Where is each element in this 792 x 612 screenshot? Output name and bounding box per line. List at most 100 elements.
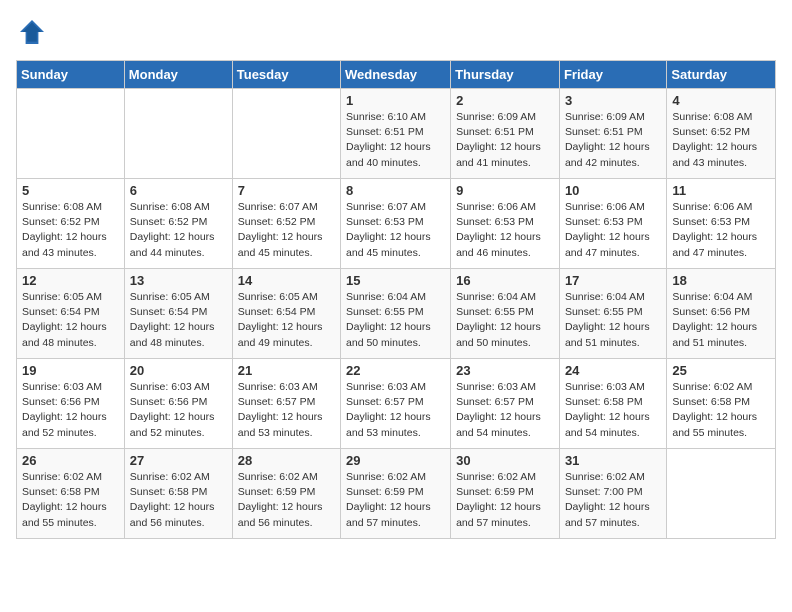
calendar-table: SundayMondayTuesdayWednesdayThursdayFrid… [16, 60, 776, 539]
calendar-cell: 3Sunrise: 6:09 AM Sunset: 6:51 PM Daylig… [559, 89, 666, 179]
calendar-cell: 29Sunrise: 6:02 AM Sunset: 6:59 PM Dayli… [341, 449, 451, 539]
calendar-cell: 8 Sunrise: 6:07 AM Sunset: 6:53 PM Daylig… [341, 179, 451, 269]
day-number: 8 [346, 183, 445, 198]
week-row-3: 12 Sunrise: 6:05 AM Sunset: 6:54 PM Dayli… [17, 269, 776, 359]
calendar-cell: 9 Sunrise: 6:06 AM Sunset: 6:53 PM Daylig… [451, 179, 560, 269]
logo [16, 16, 52, 48]
day-number: 6 [130, 183, 227, 198]
calendar-cell: 6 Sunrise: 6:08 AM Sunset: 6:52 PM Daylig… [124, 179, 232, 269]
day-number: 12 [22, 273, 119, 288]
header-day-wednesday: Wednesday [341, 61, 451, 89]
calendar-cell: 26Sunrise: 6:02 AM Sunset: 6:58 PM Dayli… [17, 449, 125, 539]
day-info: Sunrise: 6:06 AM Sunset: 6:53 PM Dayligh… [456, 200, 554, 261]
day-info: Sunrise: 6:03 AM Sunset: 6:56 PM Dayligh… [22, 380, 119, 441]
day-info: Sunrise: 6:02 AM Sunset: 6:59 PM Dayligh… [456, 470, 554, 531]
calendar-cell: 13 Sunrise: 6:05 AM Sunset: 6:54 PM Dayli… [124, 269, 232, 359]
day-info: Sunrise: 6:04 AM Sunset: 6:55 PM Dayligh… [346, 290, 445, 351]
day-info: Sunrise: 6:08 AM Sunset: 6:52 PM Dayligh… [22, 200, 119, 261]
header-day-sunday: Sunday [17, 61, 125, 89]
day-number: 1 [346, 93, 445, 108]
day-info: Sunrise: 6:03 AM Sunset: 6:56 PM Dayligh… [130, 380, 227, 441]
calendar-cell: 22 Sunrise: 6:03 AM Sunset: 6:57 PM Dayli… [341, 359, 451, 449]
day-number: 17 [565, 273, 661, 288]
day-number: 23 [456, 363, 554, 378]
header-day-monday: Monday [124, 61, 232, 89]
calendar-cell [124, 89, 232, 179]
calendar-cell: 10 Sunrise: 6:06 AM Sunset: 6:53 PM Dayli… [559, 179, 666, 269]
day-number: 10 [565, 183, 661, 198]
day-info: Sunrise: 6:07 AM Sunset: 6:52 PM Dayligh… [238, 200, 335, 261]
day-number: 11 [672, 183, 770, 198]
day-number: 22 [346, 363, 445, 378]
day-info: Sunrise: 6:05 AM Sunset: 6:54 PM Dayligh… [130, 290, 227, 351]
day-number: 4 [672, 93, 770, 108]
day-info: Sunrise: 6:09 AM Sunset: 6:51 PM Dayligh… [456, 110, 554, 171]
header-day-saturday: Saturday [667, 61, 776, 89]
day-info: Sunrise: 6:10 AM Sunset: 6:51 PM Dayligh… [346, 110, 445, 171]
calendar-cell: 21Sunrise: 6:03 AM Sunset: 6:57 PM Dayli… [232, 359, 340, 449]
day-info: Sunrise: 6:04 AM Sunset: 6:55 PM Dayligh… [456, 290, 554, 351]
calendar-cell: 2 Sunrise: 6:09 AM Sunset: 6:51 PM Daylig… [451, 89, 560, 179]
day-number: 14 [238, 273, 335, 288]
header-day-thursday: Thursday [451, 61, 560, 89]
day-info: Sunrise: 6:08 AM Sunset: 6:52 PM Dayligh… [130, 200, 227, 261]
week-row-2: 5 Sunrise: 6:08 AM Sunset: 6:52 PM Daylig… [17, 179, 776, 269]
week-row-4: 19 Sunrise: 6:03 AM Sunset: 6:56 PM Dayli… [17, 359, 776, 449]
day-info: Sunrise: 6:09 AM Sunset: 6:51 PM Dayligh… [565, 110, 661, 171]
calendar-cell: 30 Sunrise: 6:02 AM Sunset: 6:59 PM Dayli… [451, 449, 560, 539]
day-info: Sunrise: 6:05 AM Sunset: 6:54 PM Dayligh… [238, 290, 335, 351]
day-number: 21 [238, 363, 335, 378]
day-number: 31 [565, 453, 661, 468]
day-info: Sunrise: 6:06 AM Sunset: 6:53 PM Dayligh… [565, 200, 661, 261]
day-info: Sunrise: 6:08 AM Sunset: 6:52 PM Dayligh… [672, 110, 770, 171]
calendar-cell: 4 Sunrise: 6:08 AM Sunset: 6:52 PM Daylig… [667, 89, 776, 179]
day-number: 18 [672, 273, 770, 288]
calendar-cell: 28 Sunrise: 6:02 AM Sunset: 6:59 PM Dayli… [232, 449, 340, 539]
day-number: 24 [565, 363, 661, 378]
day-info: Sunrise: 6:02 AM Sunset: 7:00 PM Dayligh… [565, 470, 661, 531]
day-info: Sunrise: 6:05 AM Sunset: 6:54 PM Dayligh… [22, 290, 119, 351]
day-info: Sunrise: 6:02 AM Sunset: 6:58 PM Dayligh… [672, 380, 770, 441]
day-number: 25 [672, 363, 770, 378]
calendar-cell: 7 Sunrise: 6:07 AM Sunset: 6:52 PM Daylig… [232, 179, 340, 269]
day-number: 30 [456, 453, 554, 468]
day-number: 15 [346, 273, 445, 288]
day-info: Sunrise: 6:02 AM Sunset: 6:59 PM Dayligh… [346, 470, 445, 531]
calendar-cell: 15 Sunrise: 6:04 AM Sunset: 6:55 PM Dayli… [341, 269, 451, 359]
day-number: 19 [22, 363, 119, 378]
day-number: 2 [456, 93, 554, 108]
calendar-cell [667, 449, 776, 539]
day-number: 27 [130, 453, 227, 468]
calendar-cell: 5 Sunrise: 6:08 AM Sunset: 6:52 PM Daylig… [17, 179, 125, 269]
day-number: 13 [130, 273, 227, 288]
day-info: Sunrise: 6:07 AM Sunset: 6:53 PM Dayligh… [346, 200, 445, 261]
calendar-cell: 27 Sunrise: 6:02 AM Sunset: 6:58 PM Dayli… [124, 449, 232, 539]
day-info: Sunrise: 6:04 AM Sunset: 6:56 PM Dayligh… [672, 290, 770, 351]
day-number: 28 [238, 453, 335, 468]
calendar-cell: 14 Sunrise: 6:05 AM Sunset: 6:54 PM Dayli… [232, 269, 340, 359]
day-number: 5 [22, 183, 119, 198]
header-day-tuesday: Tuesday [232, 61, 340, 89]
logo-icon [16, 16, 48, 48]
day-number: 9 [456, 183, 554, 198]
day-info: Sunrise: 6:03 AM Sunset: 6:57 PM Dayligh… [346, 380, 445, 441]
calendar-cell: 31 Sunrise: 6:02 AM Sunset: 7:00 PM Dayli… [559, 449, 666, 539]
calendar-cell: 18 Sunrise: 6:04 AM Sunset: 6:56 PM Dayli… [667, 269, 776, 359]
page-header [16, 16, 776, 48]
header-day-friday: Friday [559, 61, 666, 89]
day-info: Sunrise: 6:02 AM Sunset: 6:58 PM Dayligh… [22, 470, 119, 531]
day-info: Sunrise: 6:04 AM Sunset: 6:55 PM Dayligh… [565, 290, 661, 351]
day-info: Sunrise: 6:02 AM Sunset: 6:58 PM Dayligh… [130, 470, 227, 531]
day-number: 20 [130, 363, 227, 378]
day-info: Sunrise: 6:02 AM Sunset: 6:59 PM Dayligh… [238, 470, 335, 531]
header-row: SundayMondayTuesdayWednesdayThursdayFrid… [17, 61, 776, 89]
day-number: 7 [238, 183, 335, 198]
calendar-cell: 1 Sunrise: 6:10 AM Sunset: 6:51 PM Daylig… [341, 89, 451, 179]
day-info: Sunrise: 6:06 AM Sunset: 6:53 PM Dayligh… [672, 200, 770, 261]
calendar-cell: 16Sunrise: 6:04 AM Sunset: 6:55 PM Dayli… [451, 269, 560, 359]
calendar-cell: 19 Sunrise: 6:03 AM Sunset: 6:56 PM Dayli… [17, 359, 125, 449]
calendar-cell: 20 Sunrise: 6:03 AM Sunset: 6:56 PM Dayli… [124, 359, 232, 449]
day-info: Sunrise: 6:03 AM Sunset: 6:57 PM Dayligh… [456, 380, 554, 441]
calendar-cell: 12 Sunrise: 6:05 AM Sunset: 6:54 PM Dayli… [17, 269, 125, 359]
calendar-cell [232, 89, 340, 179]
